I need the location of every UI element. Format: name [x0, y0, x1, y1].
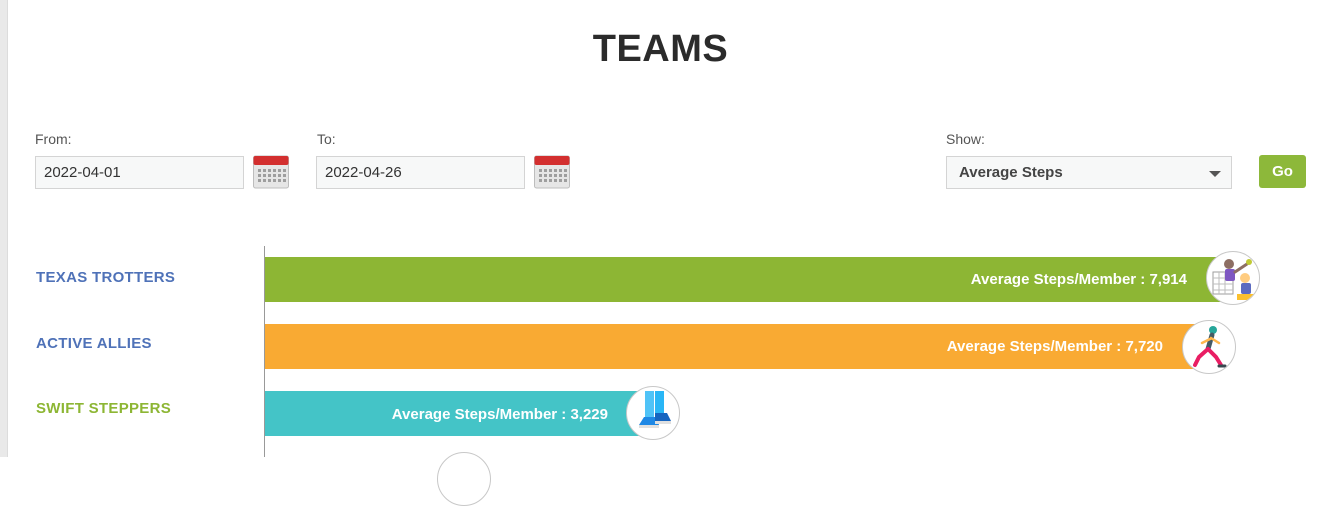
- show-select-value: Average Steps: [959, 164, 1063, 181]
- team-bar-label: Average Steps/Member : 7,914: [970, 271, 1187, 288]
- to-calendar-icon[interactable]: [534, 155, 570, 189]
- team-avatar-icon: [437, 452, 491, 506]
- chevron-down-icon: [1209, 171, 1221, 177]
- runner-icon: [1182, 320, 1236, 374]
- team-bar-label: Average Steps/Member : 7,720: [946, 338, 1163, 355]
- from-calendar-icon[interactable]: [253, 155, 289, 189]
- tennis-player-icon: [1206, 251, 1260, 305]
- to-label: To:: [317, 131, 336, 147]
- team-name-swift-steppers[interactable]: SWIFT STEPPERS: [36, 400, 171, 417]
- page-title: TEAMS: [592, 28, 729, 70]
- from-label: From:: [35, 131, 72, 147]
- to-date-input[interactable]: [316, 156, 525, 189]
- show-label: Show:: [946, 131, 985, 147]
- team-name-texas-trotters[interactable]: TEXAS TROTTERS: [36, 269, 175, 286]
- walking-feet-icon: [626, 386, 680, 440]
- show-select[interactable]: Average Steps: [946, 156, 1232, 189]
- team-bar-label: Average Steps/Member : 3,229: [391, 406, 608, 423]
- go-button[interactable]: Go: [1259, 155, 1306, 188]
- team-name-active-allies[interactable]: ACTIVE ALLIES: [36, 335, 152, 352]
- from-date-input[interactable]: [35, 156, 244, 189]
